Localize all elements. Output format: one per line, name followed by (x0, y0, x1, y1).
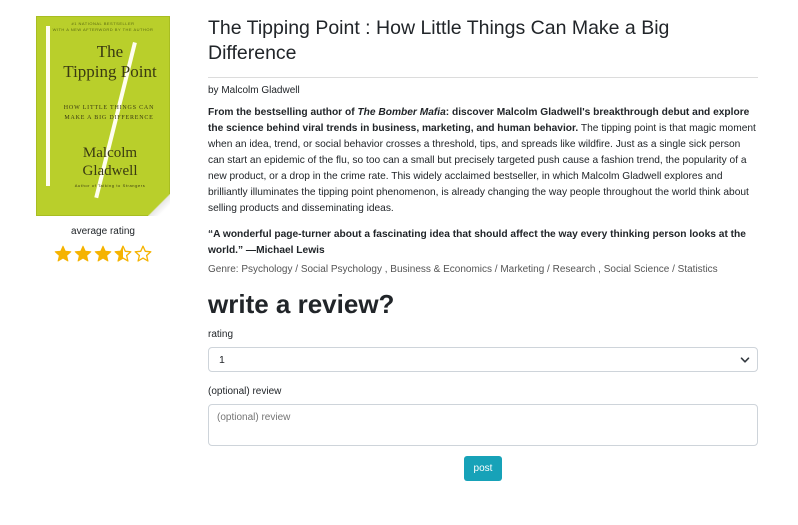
cover-footer: Author of Talking to Strangers (74, 183, 146, 188)
book-details: The Tipping Point : How Little Things Ca… (208, 16, 758, 481)
bomber-mafia-title: The Bomber Mafia (357, 107, 446, 118)
star-filled-icon (74, 245, 92, 263)
cover-subtitle: HOW LITTLE THINGS CAN MAKE A BIG DIFFERE… (63, 105, 155, 121)
chevron-down-icon (740, 355, 750, 365)
star-filled-icon (94, 245, 112, 263)
divider (208, 77, 758, 78)
description-body: The tipping point is that magic moment w… (208, 123, 756, 214)
book-description: From the bestselling author of The Bombe… (208, 105, 758, 217)
average-rating-label: average rating (71, 226, 135, 237)
book-genre: Genre: Psychology / Social Psychology , … (208, 264, 718, 275)
star-empty-icon (134, 245, 152, 263)
star-half-icon (114, 245, 132, 263)
cover-tagline-2: With a new afterword by the author (52, 27, 154, 32)
cover-title: The Tipping Point (63, 42, 157, 81)
book-quote: “A wonderful page-turner about a fascina… (208, 229, 746, 256)
book-cover-image: #1 National Bestseller With a new afterw… (36, 16, 170, 216)
review-textarea[interactable] (208, 404, 758, 446)
book-sidebar: #1 National Bestseller With a new afterw… (36, 16, 170, 263)
star-filled-icon (54, 245, 72, 263)
cover-author: Malcolm Gladwell (82, 145, 138, 179)
page-curl (148, 194, 170, 216)
post-button[interactable]: post (463, 456, 503, 481)
book-title: The Tipping Point : How Little Things Ca… (208, 17, 670, 64)
rating-select[interactable]: 1 (208, 347, 758, 372)
review-heading: write a review? (208, 289, 395, 319)
rating-label: rating (208, 329, 234, 340)
rating-select-value: 1 (219, 353, 225, 366)
cover-tagline: #1 National Bestseller (71, 21, 135, 26)
cover-stroke (46, 26, 50, 186)
review-label: (optional) review (208, 386, 282, 397)
rating-stars (36, 245, 170, 263)
book-author: by Malcolm Gladwell (208, 85, 300, 96)
